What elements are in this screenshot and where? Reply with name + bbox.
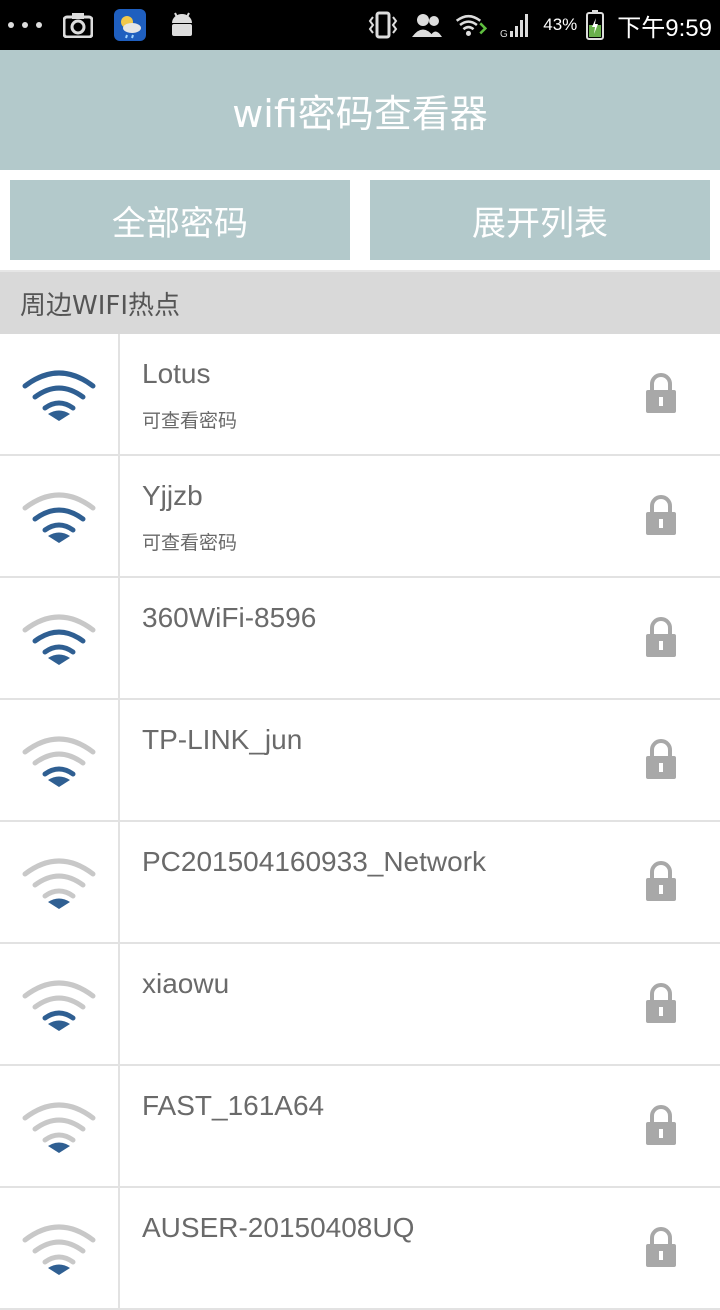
wifi-list-item[interactable]: AUSER-20150408UQ (0, 1188, 720, 1310)
wifi-arc (32, 751, 86, 766)
wifi-subtitle: 可查看密码 (142, 532, 238, 554)
wifi-arc (32, 1239, 86, 1254)
wifi-arc (42, 1254, 76, 1265)
wifi-ssid: PC201504160933_Network (142, 846, 487, 877)
wifi-signal-icon (22, 858, 96, 909)
status-bar: G 43% 下午9:59 (0, 0, 720, 50)
more-notifications-icon (8, 20, 42, 30)
vibrate-icon (367, 9, 399, 41)
wifi-signal-icon (22, 370, 96, 421)
wifi-list-item[interactable]: TP-LINK_jun (0, 700, 720, 822)
wifi-dot (48, 898, 70, 909)
battery-icon (579, 9, 611, 41)
wifi-dot (48, 532, 70, 543)
weather-app-icon (114, 9, 146, 41)
wifi-dot (48, 1142, 70, 1153)
wifi-arc (22, 736, 96, 755)
wifi-signal-icon (22, 614, 96, 665)
lock-icon (646, 983, 676, 1023)
wifi-arc (42, 1010, 76, 1021)
wifi-list-item[interactable]: Yjjzb 可查看密码 (0, 456, 720, 578)
wifi-arc (22, 858, 96, 877)
wifi-arc (22, 1224, 96, 1243)
wifi-list-item[interactable]: xiaowu (0, 944, 720, 1066)
lock-icon (646, 1227, 676, 1267)
wifi-arc (32, 995, 86, 1010)
expand-list-button[interactable]: 展开列表 (370, 180, 710, 260)
wifi-dot (48, 654, 70, 665)
wifi-list-item[interactable]: Lotus 可查看密码 (0, 334, 720, 456)
wifi-arc (22, 492, 96, 511)
wifi-dot (48, 410, 70, 421)
wifi-signal-icon (22, 980, 96, 1031)
wifi-ssid: TP-LINK_jun (142, 724, 303, 755)
app-header: wifi密码查看器 (0, 50, 720, 170)
wifi-arc (22, 614, 96, 633)
app-title: wifi密码查看器 (232, 91, 488, 136)
camera-icon (62, 9, 94, 41)
battery-percent: 43% (543, 15, 578, 34)
wifi-arc (42, 766, 76, 777)
wifi-arc (32, 629, 86, 644)
wifi-dot (48, 1264, 70, 1275)
wifi-arc (22, 1102, 96, 1121)
wifi-arc (42, 888, 76, 899)
wifi-arc (32, 507, 86, 522)
svg-text:G: G (500, 29, 508, 39)
wifi-ssid: 360WiFi-8596 (142, 602, 317, 633)
wifi-arc (42, 522, 76, 533)
wifi-ssid: xiaowu (142, 968, 230, 999)
wifi-arc (32, 385, 86, 400)
wifi-dot (48, 1020, 70, 1031)
wifi-signal-icon (22, 736, 96, 787)
contacts-icon (411, 9, 443, 41)
lock-icon (646, 739, 676, 779)
all-passwords-button[interactable]: 全部密码 (10, 180, 350, 260)
wifi-arc (22, 980, 96, 999)
android-icon (166, 9, 198, 41)
wifi-arc (42, 644, 76, 655)
wifi-ssid: FAST_161A64 (142, 1090, 325, 1121)
wifi-ssid: Lotus (142, 358, 211, 389)
signal-icon: G (499, 9, 531, 41)
wifi-ssid: AUSER-20150408UQ (142, 1212, 415, 1243)
lock-icon (646, 617, 676, 657)
wifi-status-icon (455, 9, 488, 41)
section-title: 周边WIFI热点 (20, 290, 180, 321)
wifi-subtitle: 可查看密码 (142, 410, 238, 432)
wifi-arc (42, 1132, 76, 1143)
lock-icon (646, 373, 676, 413)
wifi-list-item[interactable]: FAST_161A64 (0, 1066, 720, 1188)
wifi-ssid: Yjjzb (142, 480, 203, 511)
wifi-dot (48, 776, 70, 787)
wifi-signal-icon (22, 492, 96, 543)
clock: 下午9:59 (617, 14, 712, 42)
wifi-list-item[interactable]: 360WiFi-8596 (0, 578, 720, 700)
wifi-signal-icon (22, 1102, 96, 1153)
wifi-list-item[interactable]: PC201504160933_Network (0, 822, 720, 944)
lock-icon (646, 495, 676, 535)
wifi-arc (32, 1117, 86, 1132)
lock-icon (646, 861, 676, 901)
wifi-arc (42, 400, 76, 411)
wifi-list: Lotus 可查看密码 Yjjzb 可查看密码 360WiFi-8596 TP-… (0, 334, 720, 1310)
wifi-arc (32, 873, 86, 888)
lock-icon (646, 1105, 676, 1145)
section-header: 周边WIFI热点 (0, 270, 720, 334)
wifi-arc (22, 370, 96, 389)
wifi-signal-icon (22, 1224, 96, 1275)
